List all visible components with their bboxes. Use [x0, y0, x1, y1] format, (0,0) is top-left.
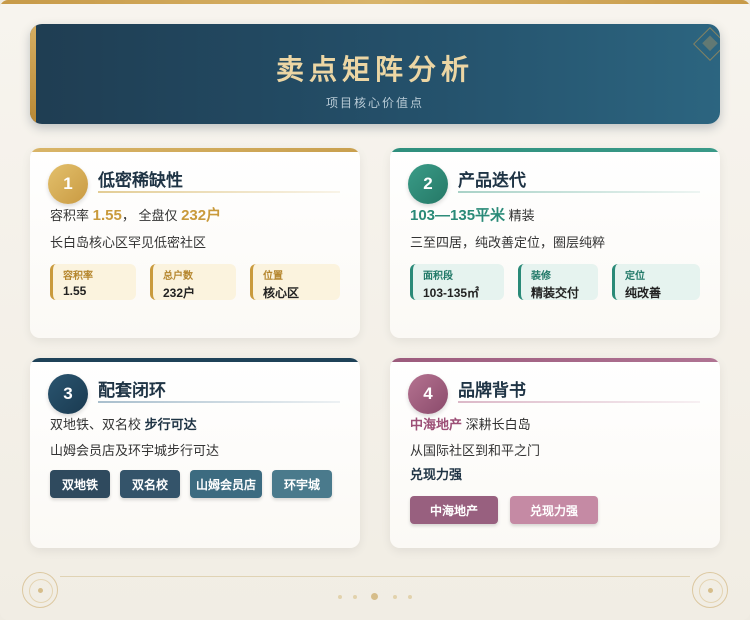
- card-number-badge: 4: [408, 374, 448, 414]
- highlight-value: 103—135平米: [410, 207, 506, 224]
- stat-value: 232户: [163, 286, 196, 300]
- page: 卖点矩阵分析 项目核心价值点 1 低密稀缺性 容积率 1.55， 全盘仅 232…: [0, 0, 750, 620]
- stat-label: 定位: [625, 271, 645, 282]
- card-title: 品牌背书: [458, 381, 526, 400]
- page-subtitle: 项目核心价值点: [325, 96, 424, 110]
- card-description: 长白岛核心区罕见低密社区: [50, 235, 207, 250]
- card-highlight: 中海地产 深耕长白岛: [410, 414, 531, 433]
- ornament-circle-icon: [692, 572, 728, 608]
- card-title: 产品迭代: [458, 171, 526, 190]
- pagination-dot: [338, 595, 342, 599]
- card-accent-bar: [390, 148, 720, 152]
- top-accent-line: [0, 0, 750, 4]
- stat-value: 1.55: [63, 284, 87, 298]
- stat-value: 精装交付: [531, 286, 580, 300]
- stat-label: 装修: [531, 271, 551, 282]
- pagination-dot-active: [371, 593, 378, 600]
- highlight-text: 容积率: [50, 208, 93, 223]
- card-amenities: 3 配套闭环 双地铁、双名校 步行可达 山姆会员店及环宇城步行可达 双地铁 双名…: [30, 358, 360, 548]
- card-product-iteration: 2 产品迭代 103—135平米 精装 三至四居，纯改善定位，圈层纯粹 面积段 …: [390, 148, 720, 338]
- stat-positioning: 定位 纯改善: [612, 264, 700, 300]
- highlight-text: 双地铁、双名校: [50, 417, 145, 432]
- card-number-badge: 3: [48, 374, 88, 414]
- highlight-text: 深耕长白岛: [462, 417, 531, 432]
- stat-label: 面积段: [423, 271, 453, 282]
- stat-households: 总户数 232户: [150, 264, 236, 300]
- stat-decoration: 装修 精装交付: [518, 264, 598, 300]
- title-underline: [458, 191, 700, 193]
- highlight-value: 1.55: [92, 207, 122, 224]
- tag-metro: 双地铁: [50, 470, 110, 498]
- pagination-dot: [408, 595, 412, 599]
- stat-value: 纯改善: [625, 286, 662, 300]
- card-number-badge: 1: [48, 164, 88, 204]
- stat-value: 核心区: [263, 286, 300, 300]
- card-description-bold: 兑现力强: [410, 467, 463, 482]
- highlight-value: 232户: [181, 207, 222, 224]
- title-underline: [458, 401, 700, 403]
- card-description: 三至四居，纯改善定位，圈层纯粹: [410, 235, 606, 250]
- ornament-circle-icon: [22, 572, 58, 608]
- tag-delivery: 兑现力强: [510, 496, 598, 524]
- tag-mall: 环宇城: [272, 470, 332, 498]
- stat-area-range: 面积段 103-135㎡: [410, 264, 504, 300]
- header-banner: 卖点矩阵分析 项目核心价值点: [30, 24, 720, 124]
- footer-divider: [60, 576, 690, 577]
- card-title: 配套闭环: [98, 381, 166, 400]
- stat-label: 容积率: [63, 271, 93, 282]
- page-title: 卖点矩阵分析: [275, 54, 474, 85]
- card-brand: 4 品牌背书 中海地产 深耕长白岛 从国际社区到和平之门 兑现力强 中海地产 兑…: [390, 358, 720, 548]
- highlight-value: 步行可达: [144, 417, 197, 432]
- card-highlight: 103—135平米 精装: [410, 204, 535, 225]
- pagination-dot: [353, 595, 357, 599]
- highlight-value: 中海地产: [410, 417, 463, 432]
- stat-label: 位置: [263, 271, 283, 282]
- card-highlight: 容积率 1.55， 全盘仅 232户: [50, 204, 221, 225]
- highlight-text: ， 全盘仅: [121, 208, 182, 223]
- card-low-density: 1 低密稀缺性 容积率 1.55， 全盘仅 232户 长白岛核心区罕见低密社区 …: [30, 148, 360, 338]
- card-accent-bar: [390, 358, 720, 362]
- card-accent-bar: [30, 358, 360, 362]
- title-underline: [98, 401, 340, 403]
- tag-sams-club: 山姆会员店: [190, 470, 262, 498]
- stat-label: 总户数: [163, 271, 193, 282]
- tag-schools: 双名校: [120, 470, 180, 498]
- highlight-text: 精装: [505, 208, 535, 223]
- pagination-dot: [393, 595, 397, 599]
- card-description: 山姆会员店及环宇城步行可达: [50, 443, 220, 458]
- title-underline: [98, 191, 340, 193]
- card-highlight: 双地铁、双名校 步行可达: [50, 414, 197, 433]
- card-title: 低密稀缺性: [98, 171, 183, 190]
- card-accent-bar: [30, 148, 360, 152]
- card-number-badge: 2: [408, 164, 448, 204]
- stat-value: 103-135㎡: [423, 286, 480, 300]
- stat-location: 位置 核心区: [250, 264, 340, 300]
- tag-brand: 中海地产: [410, 496, 498, 524]
- card-description: 从国际社区到和平之门: [410, 443, 541, 458]
- stat-plot-ratio: 容积率 1.55: [50, 264, 136, 300]
